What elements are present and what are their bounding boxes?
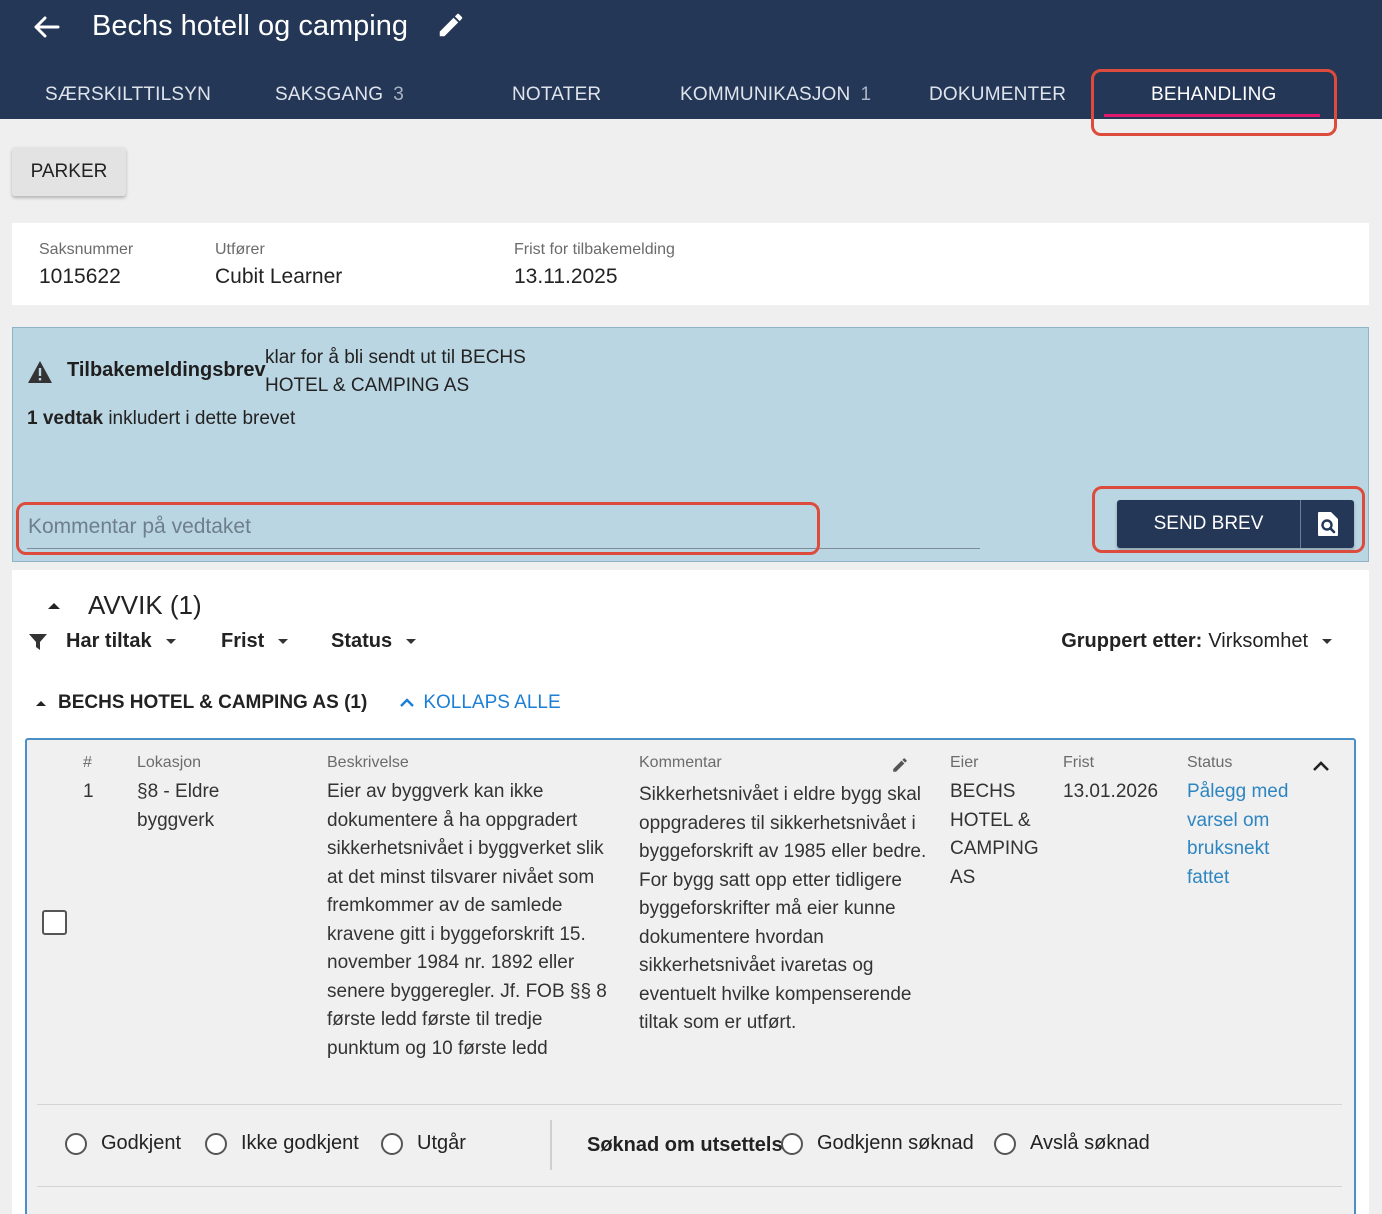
row-number: 1 <box>83 781 94 802</box>
warning-icon <box>27 360 53 384</box>
radio-godkjenn-soknad[interactable]: Godkjenn søknad <box>781 1132 974 1155</box>
letter-title: Tilbakemeldingsbrev <box>67 359 266 381</box>
tab-notater[interactable]: NOTATER <box>512 72 601 119</box>
chevron-down-icon <box>165 639 176 644</box>
edit-comment-pencil-icon[interactable] <box>891 756 913 778</box>
chevron-down-icon <box>406 639 417 644</box>
row-lokasjon: §8 - Eldre byggverk <box>137 781 220 831</box>
back-arrow-icon[interactable] <box>30 10 64 44</box>
row-eier: BECHS HOTEL & CAMPING AS <box>950 781 1039 888</box>
soknad-label: Søknad om utsettelse: <box>587 1134 801 1156</box>
column-header-beskrivelse: Beskrivelse <box>327 754 409 771</box>
chevron-down-icon <box>1322 639 1332 644</box>
tab-count: 1 <box>860 84 872 105</box>
row-kommentar: Sikkerhetsnivået i eldre bygg skal oppgr… <box>639 784 927 1033</box>
row-beskrivelse: Eier av byggverk kan ikke dokumentere å … <box>327 781 607 1059</box>
chevron-up-icon[interactable] <box>1309 758 1339 782</box>
page-title: Bechs hotell og camping <box>92 10 408 42</box>
app-header: Bechs hotell og camping SÆRSKILTTILSYN S… <box>0 0 1382 119</box>
group-by-select[interactable]: Gruppert etter: Virksomhet <box>1061 630 1332 653</box>
column-header-status: Status <box>1187 754 1233 771</box>
utforer-label: Utfører <box>215 241 265 258</box>
avvik-section: AVVIK (1) Har tiltak Frist Status Gruppe… <box>12 570 1369 1214</box>
radio-ikke-godkjent[interactable]: Ikke godkjent <box>205 1132 359 1155</box>
column-header-eier: Eier <box>950 754 979 771</box>
send-brev-label: SEND BREV <box>1153 513 1264 534</box>
divider <box>37 1186 1342 1187</box>
preview-document-icon[interactable] <box>1301 500 1354 548</box>
row-checkbox[interactable] <box>42 910 67 935</box>
vedtak-comment-input[interactable] <box>27 505 980 549</box>
letter-panel: Tilbakemeldingsbrev klar for å bli sendt… <box>12 327 1369 562</box>
filter-status[interactable]: Status <box>331 630 417 653</box>
tab-saksgang[interactable]: SAKSGANG 3 <box>275 72 404 119</box>
avvik-title: AVVIK (1) <box>88 590 202 620</box>
tab-behandling[interactable]: BEHANDLING <box>1151 72 1277 119</box>
tab-kommunikasjon[interactable]: KOMMUNIKASJON 1 <box>680 72 871 119</box>
divider <box>550 1120 552 1170</box>
collapse-all-button[interactable]: KOLLAPS ALLE <box>399 692 561 714</box>
vedtak-summary: 1 vedtak inkludert i dette brevet <box>27 408 296 429</box>
case-info-card: Saksnummer 1015622 Utfører Cubit Learner… <box>12 223 1369 305</box>
tab-saerskilttilsyn[interactable]: SÆRSKILTTILSYN <box>45 72 211 119</box>
send-brev-button[interactable]: SEND BREV <box>1117 500 1354 548</box>
filter-icon <box>29 633 47 650</box>
deviation-card: # Lokasjon Beskrivelse Kommentar Eier Fr… <box>25 738 1356 1214</box>
divider <box>37 1104 1342 1105</box>
company-name[interactable]: BECHS HOTEL & CAMPING AS (1) <box>58 692 367 714</box>
chevron-down-icon <box>278 639 289 644</box>
filter-har-tiltak[interactable]: Har tiltak <box>28 630 176 653</box>
decision-row: Godkjent Ikke godkjent Utgår Søknad om u… <box>65 1120 1265 1170</box>
avvik-toggle[interactable]: AVVIK (1) <box>46 590 202 621</box>
column-header-lokasjon: Lokasjon <box>137 754 202 771</box>
filter-bar: Har tiltak Frist Status Gruppert etter: V… <box>28 630 1348 660</box>
tab-count: 3 <box>393 84 405 105</box>
letter-message: klar for å bli sendt ut til BECHS HOTEL … <box>265 347 526 396</box>
parker-button[interactable]: PARKER <box>12 147 126 196</box>
filter-frist[interactable]: Frist <box>221 630 289 653</box>
row-frist: 13.01.2026 <box>1063 781 1159 802</box>
column-header-frist: Frist <box>1063 754 1095 771</box>
column-header-kommentar: Kommentar <box>639 754 722 771</box>
caret-up-icon <box>48 602 60 609</box>
edit-pencil-icon[interactable] <box>436 10 468 42</box>
radio-godkjent[interactable]: Godkjent <box>65 1132 181 1155</box>
company-group-header: BECHS HOTEL & CAMPING AS (1) KOLLAPS ALL… <box>34 692 561 714</box>
saksnummer-label: Saksnummer <box>39 241 134 258</box>
chevron-up-icon <box>400 698 415 707</box>
row-status-link[interactable]: Pålegg med varsel om bruksnekt fattet <box>1187 778 1297 892</box>
tab-bar: SÆRSKILTTILSYN SAKSGANG 3 NOTATER KOMMUNI… <box>0 72 1382 119</box>
radio-avsla-soknad[interactable]: Avslå søknad <box>994 1132 1150 1155</box>
column-header-num: # <box>83 754 92 771</box>
frist-label: Frist for tilbakemelding <box>514 241 675 258</box>
frist-value: 13.11.2025 <box>514 265 618 288</box>
caret-up-icon[interactable] <box>34 699 48 708</box>
active-tab-indicator <box>1104 114 1320 117</box>
radio-utgar[interactable]: Utgår <box>381 1132 466 1155</box>
utforer-value: Cubit Learner <box>215 265 343 288</box>
saksnummer-value: 1015622 <box>39 265 121 288</box>
tab-dokumenter[interactable]: DOKUMENTER <box>929 72 1066 119</box>
